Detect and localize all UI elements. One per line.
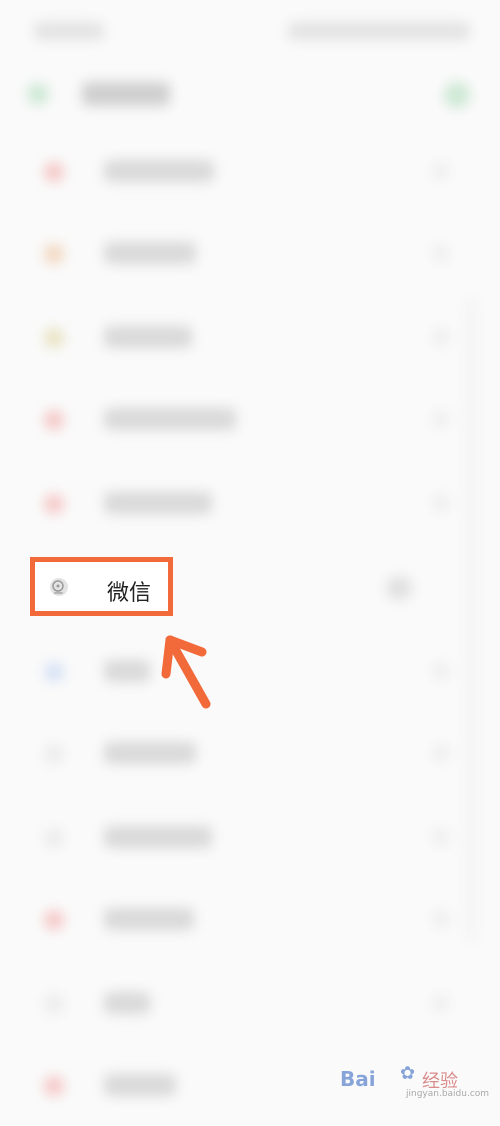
app-label (104, 326, 192, 348)
wechat-highlight-box[interactable]: 微信 (30, 557, 173, 616)
chevron-right-icon (434, 746, 448, 760)
app-label (104, 826, 212, 848)
page-header (0, 62, 500, 128)
toggle-icon[interactable] (386, 576, 412, 600)
list-item[interactable] (0, 712, 500, 794)
app-icon (44, 910, 64, 930)
app-icon (44, 328, 64, 348)
chevron-right-icon (434, 412, 448, 426)
app-icon (44, 244, 64, 264)
watermark-text: Bai (340, 1067, 376, 1091)
app-label (104, 408, 236, 430)
list-item[interactable] (0, 630, 500, 712)
list-item[interactable] (0, 212, 500, 294)
app-icon (44, 1076, 64, 1096)
chevron-right-icon (434, 830, 448, 844)
chevron-right-icon (434, 496, 448, 510)
app-icon (44, 744, 64, 764)
page-title (82, 82, 170, 106)
pointer-arrow-icon (161, 635, 211, 709)
app-label (104, 742, 196, 764)
baidu-watermark: Bai ✿ 经验 jingyan.baidu.com (340, 1063, 489, 1103)
app-label (104, 1074, 176, 1096)
app-icon (44, 162, 64, 182)
app-icon (44, 410, 64, 430)
chevron-right-icon (434, 330, 448, 344)
paw-icon: ✿ (400, 1063, 416, 1084)
status-time (34, 22, 104, 40)
list-item[interactable] (0, 962, 500, 1044)
app-label (104, 660, 150, 682)
list-item[interactable] (0, 462, 500, 544)
chevron-right-icon (434, 996, 448, 1010)
chevron-right-icon (434, 164, 448, 178)
app-label (104, 160, 214, 182)
app-icon (44, 994, 64, 1014)
app-label (104, 992, 150, 1014)
list-item[interactable] (0, 796, 500, 878)
app-label (104, 242, 196, 264)
list-item[interactable] (0, 296, 500, 378)
back-icon[interactable] (28, 84, 48, 104)
status-icons (288, 22, 470, 40)
list-item[interactable] (0, 878, 500, 960)
app-icon (44, 662, 64, 682)
list-item[interactable] (0, 378, 500, 460)
list-item[interactable] (0, 130, 500, 212)
chevron-right-icon (434, 246, 448, 260)
wechat-icon (50, 578, 68, 596)
chevron-right-icon (434, 912, 448, 926)
app-label (104, 908, 194, 930)
app-icon (44, 828, 64, 848)
status-bar (0, 0, 500, 62)
wechat-label: 微信 (107, 581, 152, 606)
header-action-icon[interactable] (444, 82, 470, 108)
watermark-url: jingyan.baidu.com (406, 1089, 490, 1099)
scrollbar[interactable] (468, 300, 474, 940)
app-label (104, 492, 212, 514)
app-icon (44, 494, 64, 514)
chevron-right-icon (434, 664, 448, 678)
